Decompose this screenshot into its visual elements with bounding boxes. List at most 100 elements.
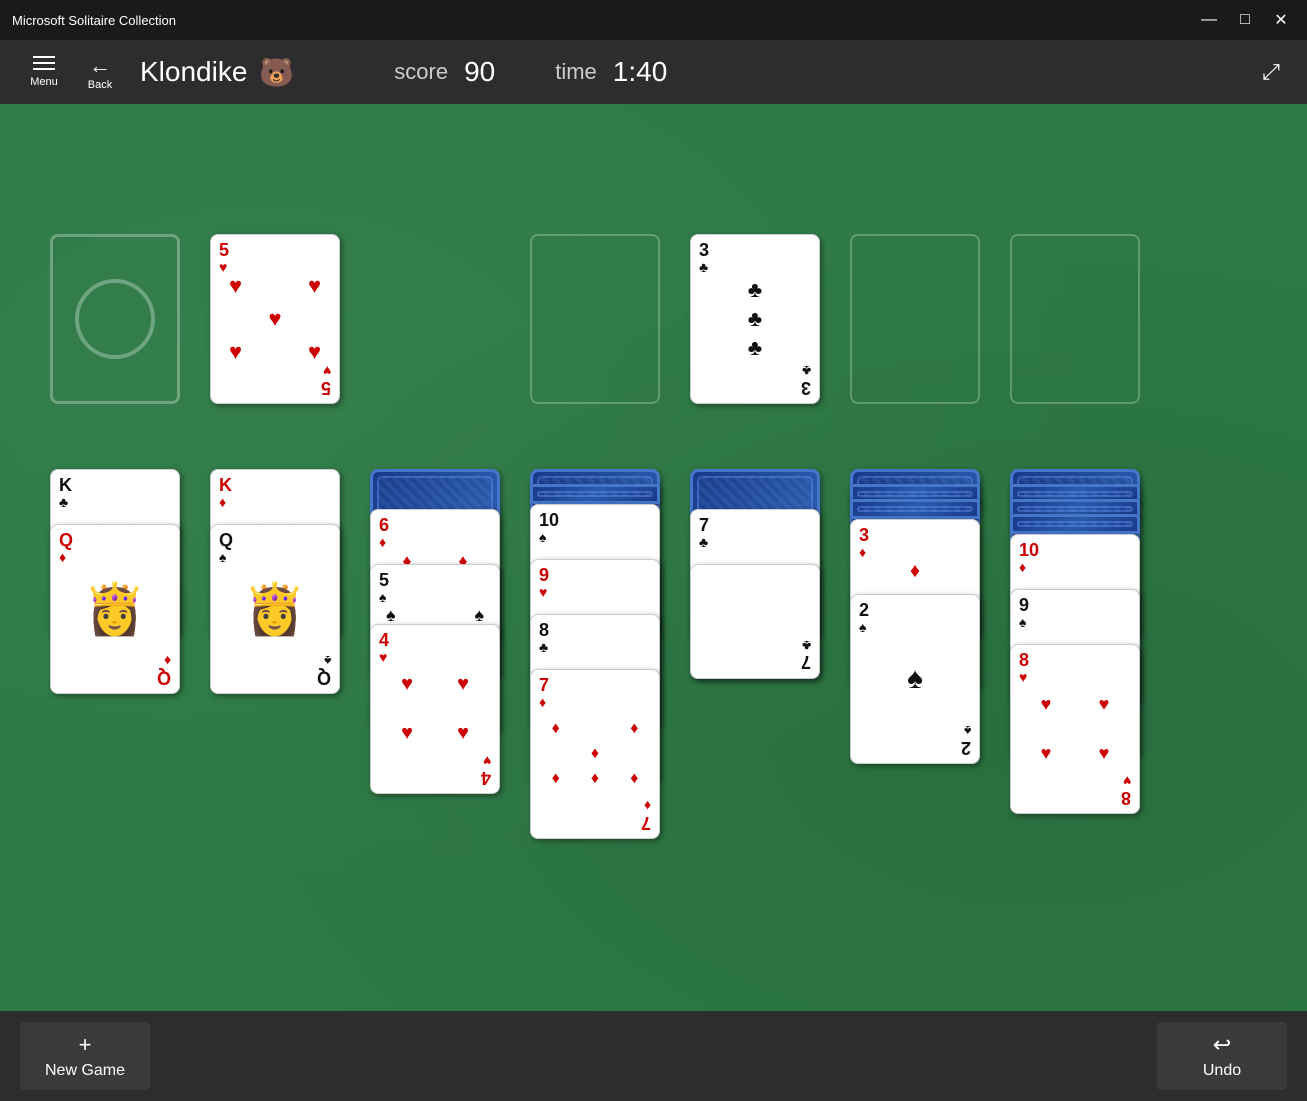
foundation-1[interactable]	[530, 234, 660, 404]
card-rank: 6	[379, 516, 389, 534]
card-suit-bottom: ♥	[323, 363, 331, 379]
tableau-2-queen-spades[interactable]: Q ♠ 👸 Q ♠	[210, 524, 340, 694]
tableau-7-8h[interactable]: 8 ♥ ♥♥ ♥♥ 8 ♥	[1010, 644, 1140, 814]
app-title: Microsoft Solitaire Collection	[12, 13, 176, 28]
face-figure: 👸	[221, 555, 329, 663]
pip: ♥	[229, 273, 242, 299]
game-title: Klondike	[140, 56, 247, 88]
menu-button[interactable]: Menu	[16, 40, 72, 104]
card-rank-bottom: Q	[317, 669, 331, 687]
score-section: score 90	[394, 56, 495, 88]
card-suit: ♠	[859, 619, 866, 635]
tableau-5-bottom[interactable]: 7 ♣	[690, 564, 820, 679]
undo-button[interactable]: ↩ Undo	[1157, 1022, 1287, 1090]
score-label: score	[394, 59, 448, 85]
card-rank-bottom: 2	[961, 739, 971, 757]
hamburger-icon	[33, 68, 55, 70]
card-rank: 9	[539, 566, 549, 584]
close-button[interactable]: ✕	[1267, 6, 1295, 34]
foundation-3[interactable]	[850, 234, 980, 404]
time-section: time 1:40	[555, 56, 667, 88]
undo-icon: ↩	[1213, 1032, 1231, 1058]
card-rank: 10	[539, 511, 559, 529]
fullscreen-button[interactable]: ⤢	[1251, 52, 1291, 92]
card-pips: ♥♥ ♥♥	[379, 660, 491, 758]
new-game-label: New Game	[45, 1062, 125, 1080]
card-rank: 7	[539, 676, 549, 694]
pip: ♥	[308, 273, 321, 299]
card-suit-bottom: ♠	[964, 723, 971, 739]
card-center-pips: ♣ ♣ ♣	[701, 275, 809, 363]
pip: ♥	[268, 306, 281, 332]
card-rank: Q	[59, 531, 73, 549]
card-rank: K	[59, 476, 72, 494]
pip: ♥	[229, 339, 242, 365]
foundation-2-3c[interactable]: 3 ♣ ♣ ♣ ♣ 3 ♣	[690, 234, 820, 404]
card-rank: 5	[379, 571, 389, 589]
waste-card-5h[interactable]: 5 ♥ ♥ ♥ ♥ ♥ ♥ 5 ♥	[210, 234, 340, 404]
card-rank-bottom: Q	[157, 669, 171, 687]
undo-label: Undo	[1203, 1062, 1241, 1080]
card-suit-bottom: ♦	[164, 653, 171, 669]
back-button[interactable]: ← Back	[72, 40, 128, 104]
new-game-icon: +	[79, 1032, 92, 1058]
new-game-button[interactable]: + New Game	[20, 1022, 150, 1090]
card-rank: 10	[1019, 541, 1039, 559]
card-rank: 3	[859, 526, 869, 544]
tableau-7-back-4[interactable]	[1010, 514, 1140, 534]
tableau-1-queen-hearts[interactable]: Q ♦ 👸 Q ♦	[50, 524, 180, 694]
tableau-4-back-2[interactable]	[530, 484, 660, 504]
card-suit-bottom: ♠	[324, 653, 331, 669]
pip: ♣	[748, 306, 762, 332]
tableau-6-2s[interactable]: 2 ♠ ♠ 2 ♠	[850, 594, 980, 764]
tableau-6-back-3[interactable]	[850, 499, 980, 519]
card-rank: 7	[699, 516, 709, 534]
card-suit-bottom: ♣	[802, 363, 811, 379]
score-value: 90	[464, 56, 495, 88]
card-rank-bottom: 8	[1121, 789, 1131, 807]
title-bar: Microsoft Solitaire Collection — □ ✕	[0, 0, 1307, 40]
bottom-bar: + New Game ↩ Undo	[0, 1011, 1307, 1101]
card-rank: 2	[859, 601, 869, 619]
card-suit-bottom: ♥	[1123, 773, 1131, 789]
card-rank: 4	[379, 631, 389, 649]
card-suit-bottom: ♦	[644, 798, 651, 814]
card-rank-bottom: 7	[641, 814, 651, 832]
pip: ♣	[748, 277, 762, 303]
card-rank-bottom: 3	[801, 379, 811, 397]
card-suit: ♣	[699, 259, 708, 275]
card-suit-bottom: ♥	[483, 753, 491, 769]
card-suit: ♥	[539, 584, 547, 600]
hamburger-icon	[33, 62, 55, 64]
card-rank: 8	[1019, 651, 1029, 669]
tableau-4-7d[interactable]: 7 ♦ ♦♦ ♦♦♦ ♦ 7 ♦	[530, 669, 660, 839]
stock-pile[interactable]	[50, 234, 180, 404]
card-suit: ♠	[1019, 614, 1026, 630]
stock-empty-circle	[75, 279, 155, 359]
time-value: 1:40	[613, 56, 668, 88]
hamburger-icon	[33, 56, 55, 58]
time-label: time	[555, 59, 597, 85]
back-arrow-icon: ←	[89, 53, 111, 79]
menu-label: Menu	[30, 76, 58, 88]
card-suit: ♠	[539, 529, 546, 545]
card-rank-bottom: 4	[481, 769, 491, 787]
card-rank: 8	[539, 621, 549, 639]
minimize-button[interactable]: —	[1195, 6, 1223, 34]
card-suit: ♥	[219, 259, 227, 275]
bear-icon: 🐻	[259, 56, 294, 89]
card-suit: ♣	[699, 534, 708, 550]
card-rank: 5	[219, 241, 229, 259]
tableau-3-4h[interactable]: 4 ♥ ♥♥ ♥♥ 4 ♥	[370, 624, 500, 794]
card-suit: ♣	[539, 639, 548, 655]
window-controls: — □ ✕	[1195, 6, 1295, 34]
nav-bar: Menu ← Back Klondike 🐻 score 90 time 1:4…	[0, 40, 1307, 104]
card-rank: Q	[219, 531, 233, 549]
foundation-4[interactable]	[1010, 234, 1140, 404]
maximize-button[interactable]: □	[1231, 6, 1259, 34]
game-area[interactable]: 5 ♥ ♥ ♥ ♥ ♥ ♥ 5 ♥ 3 ♣ ♣ ♣ ♣ 3 ♣ K ♣ 👑 K …	[0, 104, 1307, 1011]
card-rank-bottom: 5	[321, 379, 331, 397]
card-suit: ♦	[1019, 559, 1026, 575]
card-pips: ♥♥ ♥♥	[1017, 680, 1133, 778]
pip: ♥	[308, 339, 321, 365]
